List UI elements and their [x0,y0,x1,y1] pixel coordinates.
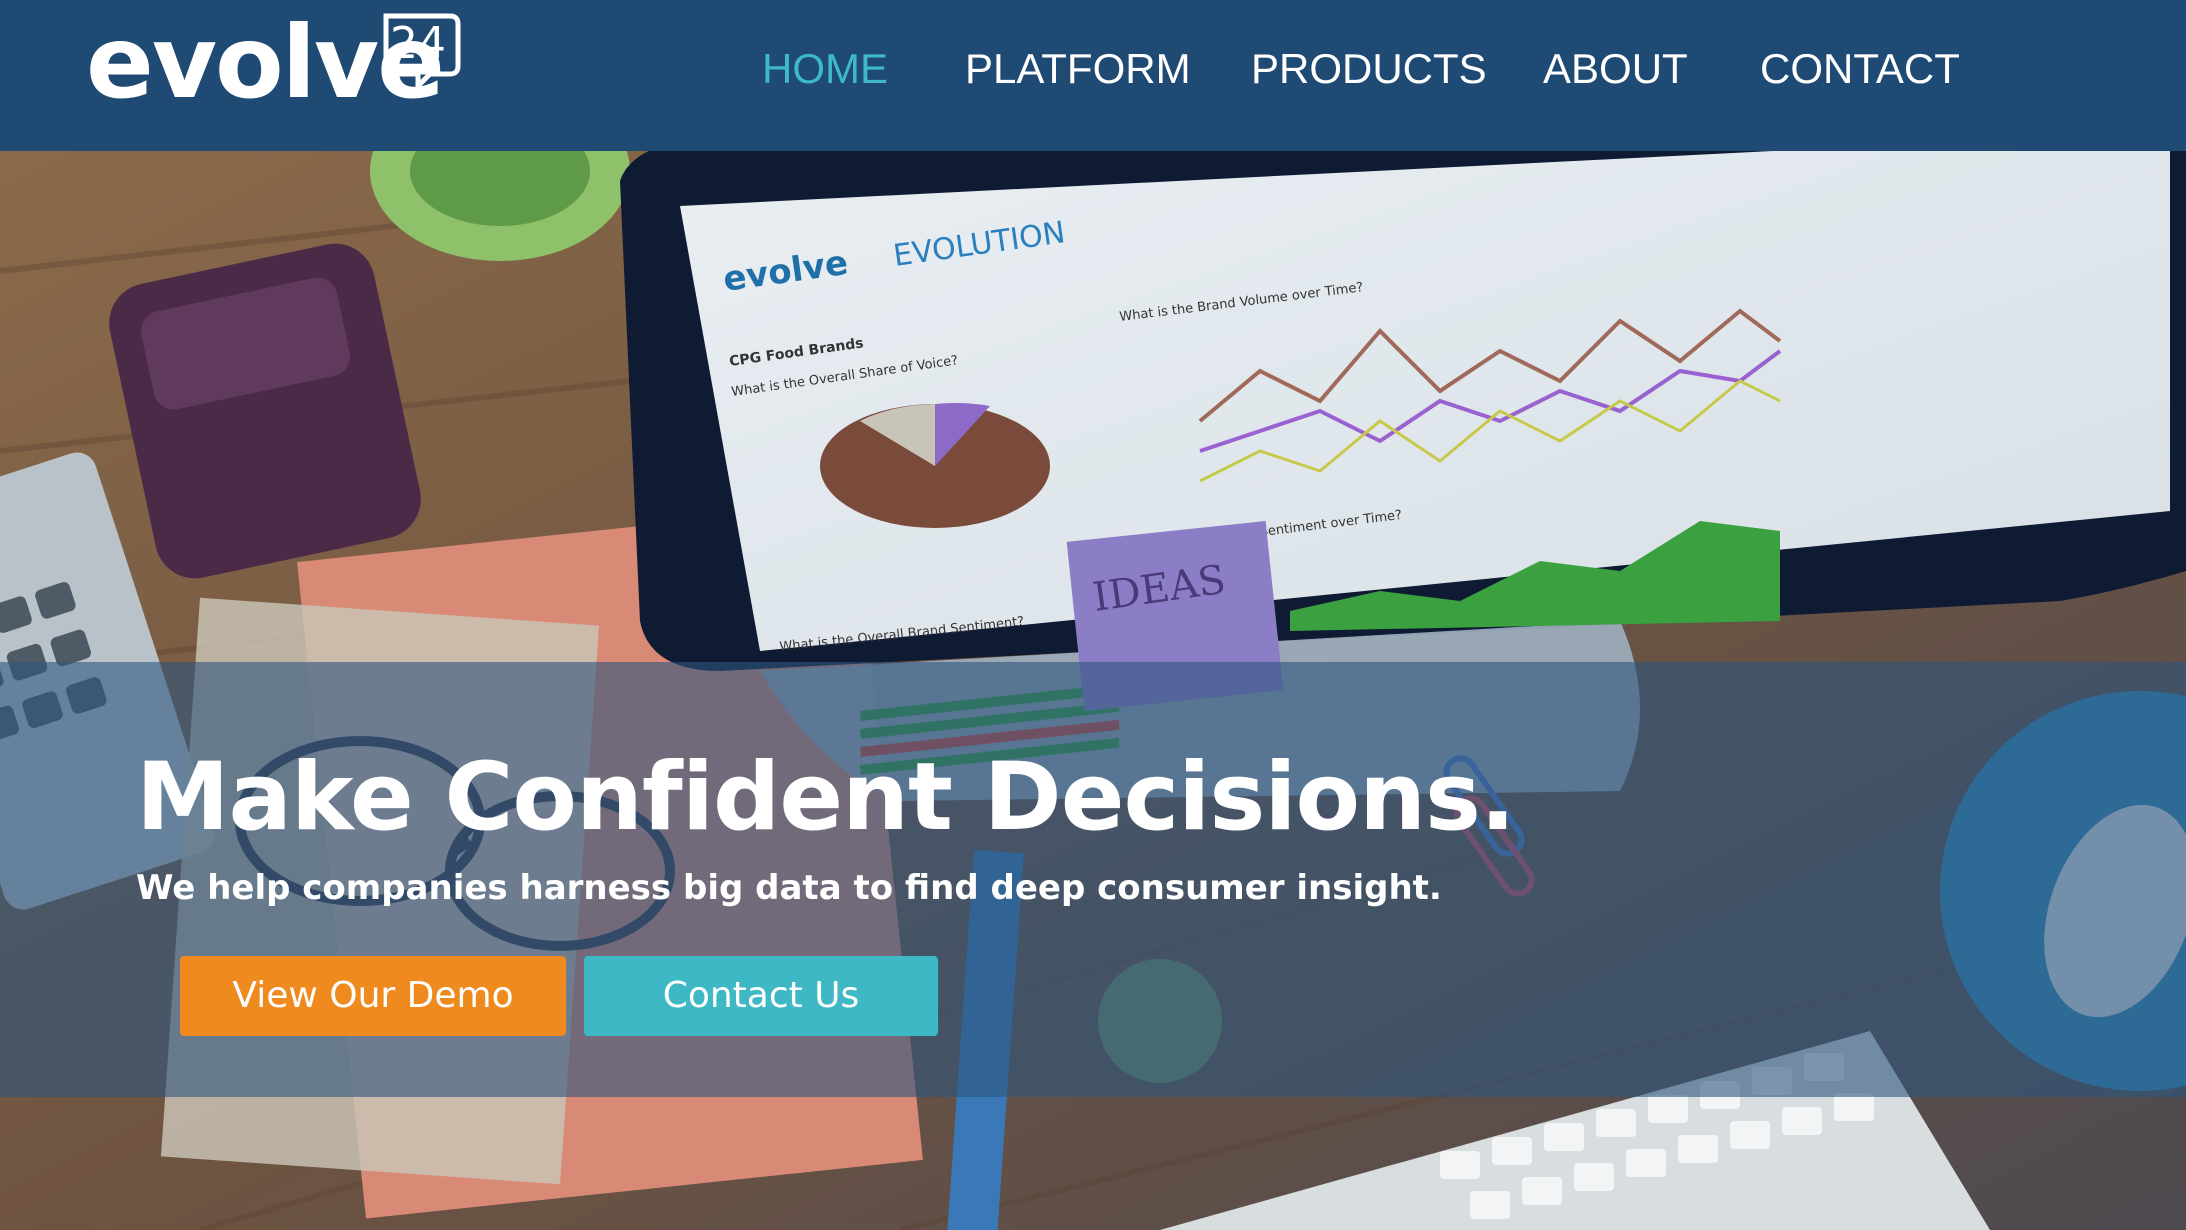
site-header: evolve 24 HOME PLATFORM PRODUCTS ABOUT C… [0,0,2186,151]
view-demo-button[interactable]: View Our Demo [180,956,566,1036]
nav-about-link[interactable]: ABOUT [1543,41,1688,97]
hero-subheadline: We help companies harness big data to fi… [136,868,1442,908]
nav-platform-link[interactable]: PLATFORM [965,41,1191,97]
main-nav: HOME PLATFORM PRODUCTS ABOUT CONTACT [0,0,2186,151]
contact-us-button[interactable]: Contact Us [584,956,938,1036]
nav-products-link[interactable]: PRODUCTS [1251,41,1487,97]
nav-contact-link[interactable]: CONTACT [1760,41,1960,97]
nav-home-link[interactable]: HOME [762,41,888,97]
hero-headline: Make Confident Decisions. [136,743,1516,852]
